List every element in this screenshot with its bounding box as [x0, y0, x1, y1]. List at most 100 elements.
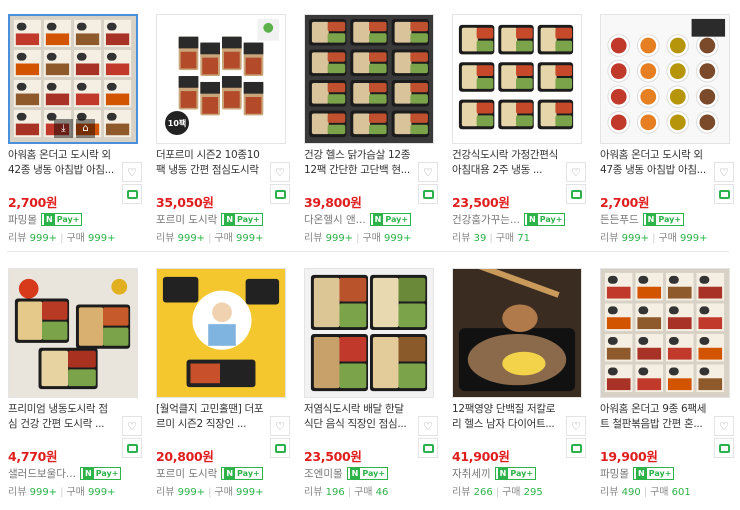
purchase-count: 999+	[88, 487, 116, 498]
wishlist-heart-icon[interactable]: ♡	[418, 162, 438, 182]
seller-name[interactable]: 건강훔가꾸는...	[452, 212, 520, 227]
purchase-label: 구매	[354, 487, 373, 498]
product-title[interactable]: 건강 헬스 닭가슴살 12종 12팩 간단한 고단백 현...	[304, 148, 412, 178]
purchase-count: 999+	[236, 233, 264, 244]
seller-name[interactable]: 포르미 도시락	[156, 466, 217, 481]
npay-badge: N Pay +	[642, 213, 685, 226]
wishlist-heart-icon[interactable]: ♡	[714, 416, 734, 436]
review-purchase-stats: 리뷰 39 | 구매 71	[452, 233, 531, 244]
purchase-label: 구매	[658, 233, 677, 244]
wishlist-heart-icon[interactable]: ♡	[714, 162, 734, 182]
product-price: 41,900원	[452, 449, 510, 464]
product-thumbnail[interactable]	[304, 268, 434, 398]
cart-icon[interactable]	[714, 184, 734, 204]
cart-icon[interactable]	[418, 184, 438, 204]
row-divider	[7, 251, 729, 252]
cart-icon[interactable]	[566, 184, 586, 204]
seller-row: 샐러드보울다... N Pay +	[8, 466, 122, 481]
seller-name[interactable]: 파밍몰	[600, 466, 629, 481]
review-purchase-stats: 리뷰 999+ | 구매 999+	[304, 233, 412, 244]
product-price: 39,800원	[304, 195, 362, 210]
cart-icon[interactable]	[418, 438, 438, 458]
product-thumbnail[interactable]	[452, 14, 582, 144]
wishlist-heart-icon[interactable]: ♡	[566, 416, 586, 436]
product-title[interactable]: 12팩영양 단백질 저칼로리 헬스 남자 다이어트...	[452, 402, 560, 432]
wishlist-heart-icon[interactable]: ♡	[122, 162, 142, 182]
purchase-label: 구매	[502, 487, 521, 498]
wishlist-heart-icon[interactable]: ♡	[566, 162, 586, 182]
seller-name[interactable]: 자취세끼	[452, 466, 491, 481]
seller-row: 자취세끼 N Pay +	[452, 466, 537, 481]
product-thumbnail[interactable]	[452, 268, 582, 398]
npay-badge: N Pay +	[346, 467, 389, 480]
seller-name[interactable]: 조엔미몰	[304, 466, 343, 481]
review-count[interactable]: 490	[622, 487, 641, 498]
product-title[interactable]: 더포르미 시즌2 10종10팩 냉동 간편 점심도시락	[156, 148, 264, 178]
product-title[interactable]: 프리미엄 냉동도시락 점심 건강 간편 도시락 ...	[8, 402, 116, 432]
thumb-tools: ⤓ ⌂	[54, 119, 95, 138]
npay-badge: N Pay +	[494, 467, 537, 480]
review-count[interactable]: 196	[326, 487, 345, 498]
product-title[interactable]: 아워홈 온더고 도시락 외 47종 냉동 아침밥 아침...	[600, 148, 708, 178]
wishlist-heart-icon[interactable]: ♡	[418, 416, 438, 436]
review-label: 리뷰	[452, 233, 471, 244]
wishlist-heart-icon[interactable]: ♡	[122, 416, 142, 436]
product-price: 35,050원	[156, 195, 214, 210]
download-icon[interactable]: ⤓	[54, 119, 73, 138]
purchase-label: 구매	[66, 233, 85, 244]
review-count[interactable]: 999+	[622, 233, 649, 244]
review-purchase-stats: 리뷰 999+ | 구매 999+	[8, 487, 116, 498]
seller-name[interactable]: 든든푸드	[600, 212, 639, 227]
cart-icon[interactable]	[270, 438, 290, 458]
seller-row: 파밍몰 N Pay +	[8, 212, 83, 227]
cart-icon[interactable]	[122, 438, 142, 458]
cart-icon[interactable]	[270, 184, 290, 204]
product-title[interactable]: 건강식도시락 가정간편식 아침대용 2주 냉동 ...	[452, 148, 560, 178]
review-count[interactable]: 266	[474, 487, 493, 498]
seller-row: 포르미 도시락 N Pay +	[156, 212, 263, 227]
review-purchase-stats: 리뷰 999+ | 구매 999+	[156, 233, 264, 244]
product-thumbnail[interactable]: 10팩	[156, 14, 286, 144]
cart-icon[interactable]	[566, 438, 586, 458]
product-thumbnail[interactable]	[156, 268, 286, 398]
review-label: 리뷰	[156, 233, 175, 244]
seller-row: 파밍몰 N Pay +	[600, 466, 675, 481]
purchase-count: 999+	[236, 487, 264, 498]
review-count[interactable]: 999+	[30, 233, 57, 244]
review-label: 리뷰	[452, 487, 471, 498]
product-thumbnail[interactable]	[600, 14, 730, 144]
purchase-label: 구매	[495, 233, 515, 244]
review-count[interactable]: 999+	[178, 487, 205, 498]
purchase-label: 구매	[362, 233, 381, 244]
seller-name[interactable]: 파밍몰	[8, 212, 37, 227]
product-thumbnail[interactable]: ⤓ ⌂	[8, 14, 138, 144]
npay-badge: N Pay +	[221, 213, 263, 226]
purchase-count: 71	[517, 233, 531, 244]
review-purchase-stats: 리뷰 999+ | 구매 999+	[156, 487, 264, 498]
product-thumbnail[interactable]	[8, 268, 138, 398]
seller-name[interactable]: 다온헬시 앤...	[304, 212, 366, 227]
npay-badge: N Pay +	[369, 213, 412, 226]
product-title[interactable]: 아워홈 온더고 도시락 외 42종 냉동 아침밥 아침...	[8, 148, 116, 178]
review-purchase-stats: 리뷰 999+ | 구매 999+	[600, 233, 708, 244]
product-title[interactable]: 저염식도시락 배달 한달 식단 음식 직장인 점심...	[304, 402, 412, 432]
review-label: 리뷰	[8, 233, 27, 244]
review-count[interactable]: 999+	[326, 233, 353, 244]
home-icon[interactable]: ⌂	[76, 119, 95, 138]
review-label: 리뷰	[8, 487, 27, 498]
cart-icon[interactable]	[714, 438, 734, 458]
product-title[interactable]: 아워홈 온더고 9종 6팩세트 철판볶음밥 간편 혼...	[600, 402, 708, 432]
product-thumbnail[interactable]	[304, 14, 434, 144]
product-title[interactable]: [월억클지 고민홀땐] 더포르미 시즌2 직장인 ...	[156, 402, 264, 432]
seller-name[interactable]: 샐러드보울다...	[8, 466, 76, 481]
cart-icon[interactable]	[122, 184, 142, 204]
wishlist-heart-icon[interactable]: ♡	[270, 162, 290, 182]
review-count[interactable]: 999+	[178, 233, 205, 244]
seller-name[interactable]: 포르미 도시락	[156, 212, 217, 227]
wishlist-heart-icon[interactable]: ♡	[270, 416, 290, 436]
review-purchase-stats: 리뷰 196 | 구매 46	[304, 487, 389, 498]
product-thumbnail[interactable]	[600, 268, 730, 398]
review-count[interactable]: 39	[474, 233, 487, 244]
review-count[interactable]: 999+	[30, 487, 57, 498]
product-price: 19,900원	[600, 449, 658, 464]
